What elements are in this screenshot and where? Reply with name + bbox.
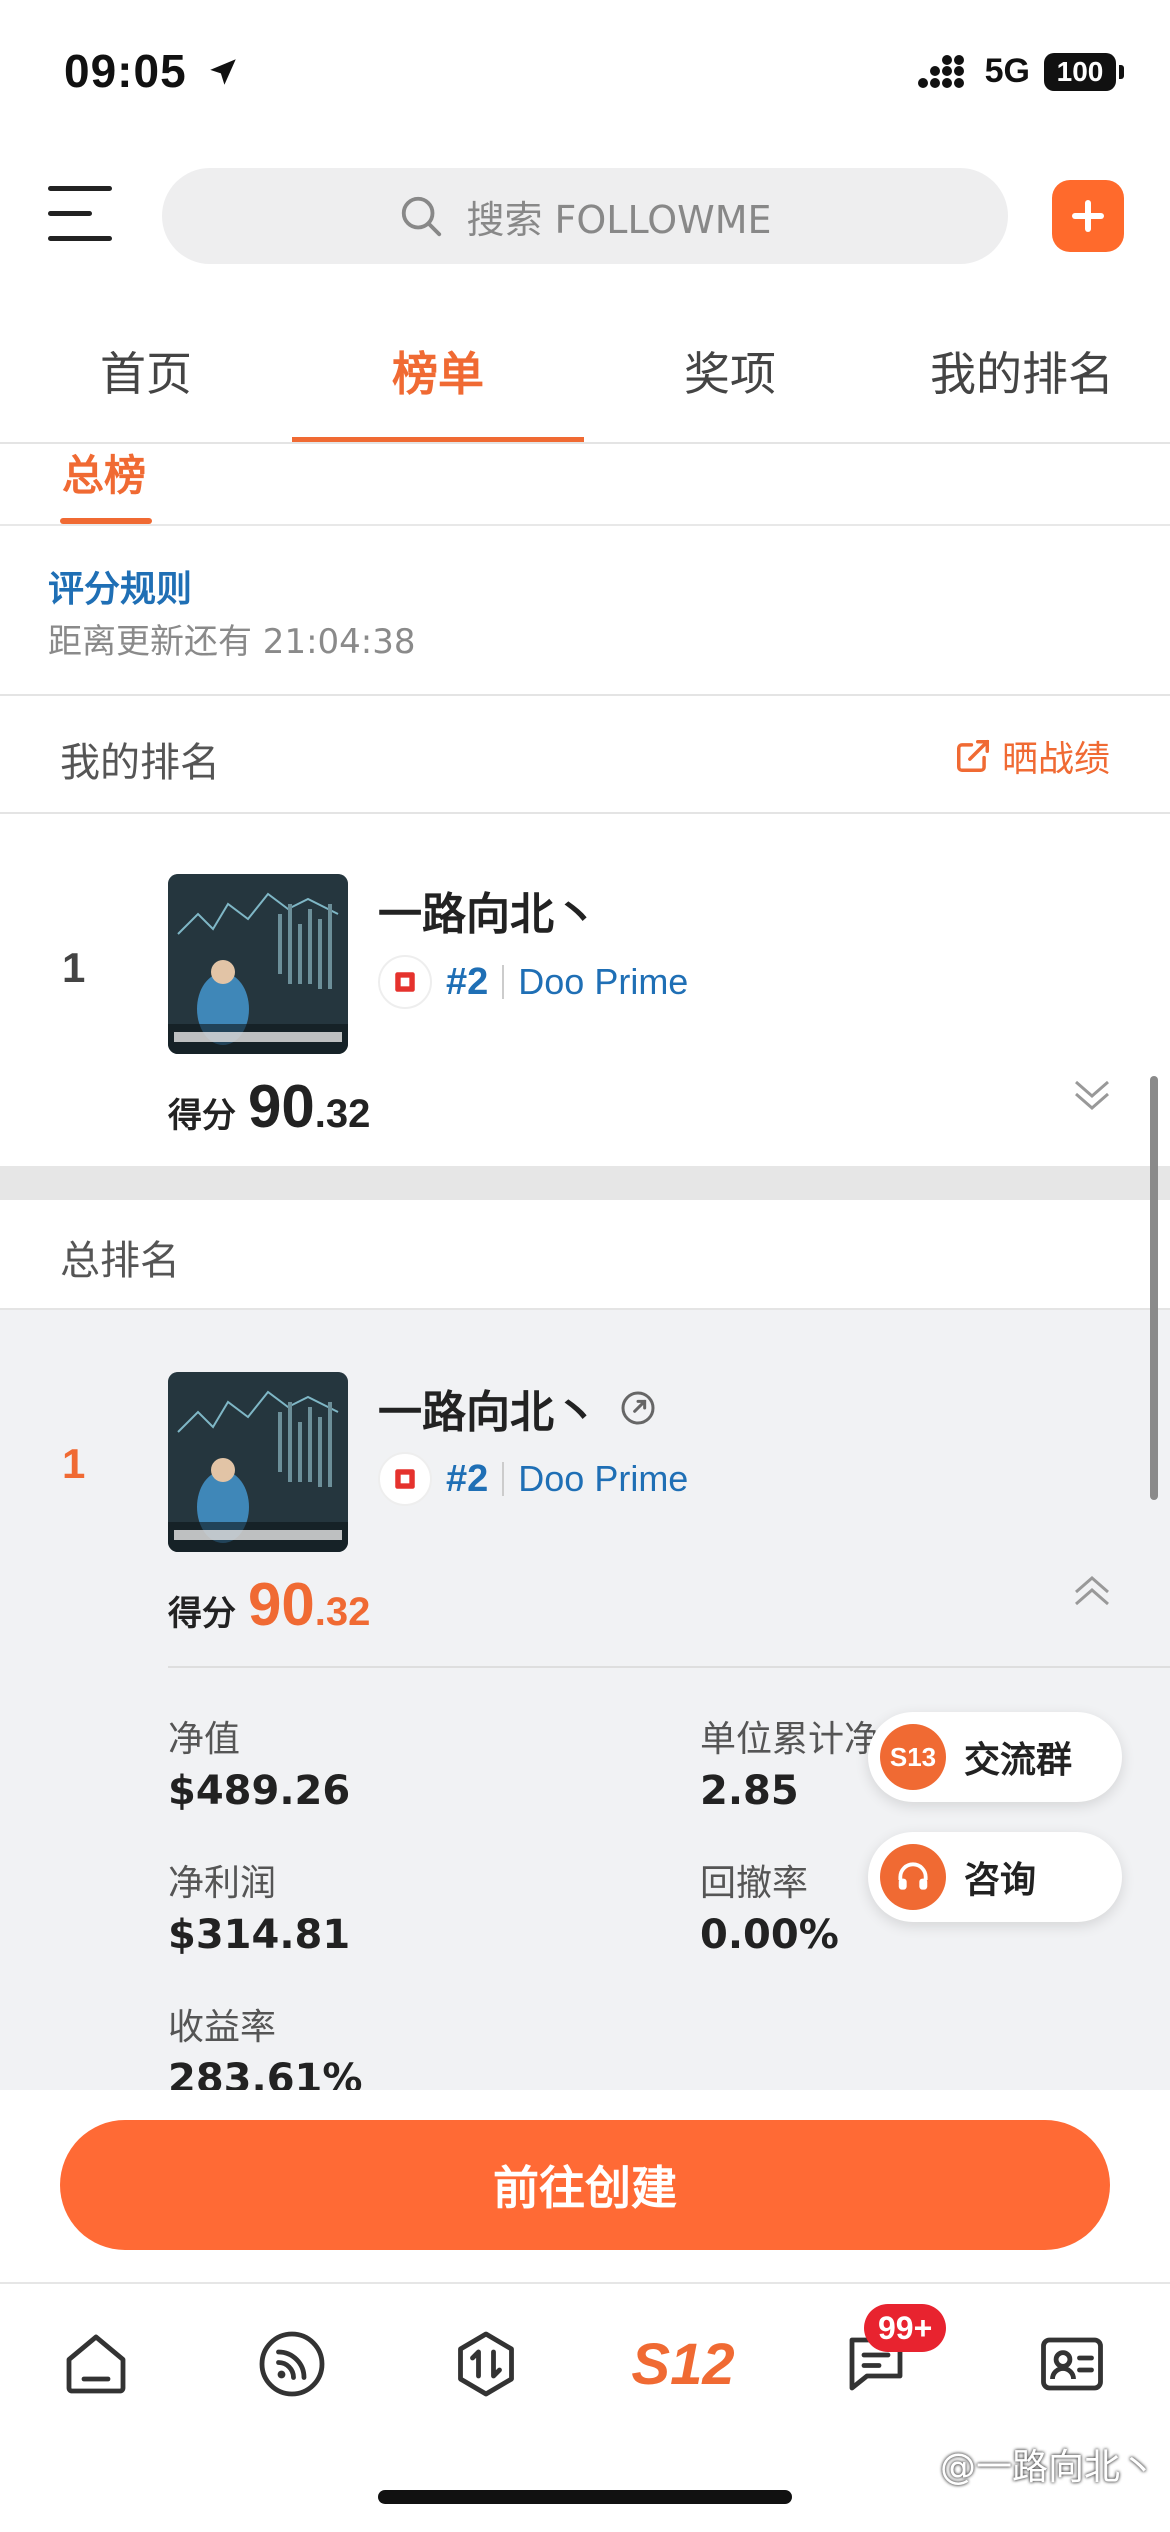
broker-info: #2 Doo Prime <box>378 1452 688 1506</box>
search-input[interactable]: 搜索 FOLLOWME <box>162 168 1008 264</box>
divider <box>0 2282 1170 2284</box>
trader-name[interactable]: 一路向北丶 <box>378 878 598 942</box>
my-rank-number: 1 <box>62 944 86 991</box>
doo-prime-logo-icon <box>378 955 432 1009</box>
trader-name-row: 一路向北丶 <box>378 1376 658 1440</box>
stat-label: 单位累计净 <box>700 1719 881 1760</box>
home-icon <box>66 2334 126 2394</box>
add-button[interactable] <box>1052 180 1124 252</box>
nav-s12[interactable]: S12 <box>628 2324 738 2404</box>
broker-name[interactable]: Doo Prime <box>518 1458 688 1500</box>
consult-label: 咨询 <box>964 1860 1037 1901</box>
tab-home[interactable]: 首页 <box>0 322 292 442</box>
broker-rank: #2 <box>446 960 489 1003</box>
nav-profile[interactable] <box>1032 2324 1112 2404</box>
avatar[interactable] <box>168 874 348 1054</box>
stat-label: 回撤率 <box>700 1863 809 1904</box>
stat-label: 收益率 <box>168 2007 277 2048</box>
score-label: 得分 <box>168 1096 236 1136</box>
menu-button[interactable] <box>48 186 112 242</box>
cellular-signal-icon <box>917 54 964 88</box>
separator <box>502 965 505 999</box>
watermark: @一路向北丶 <box>939 2447 1156 2488</box>
broker-rank: #2 <box>446 1457 489 1500</box>
tab-awards[interactable]: 奖项 <box>584 322 876 442</box>
stat-value: 0.00% <box>700 1912 839 1958</box>
trader-name[interactable]: 一路向北丶 <box>378 1376 598 1440</box>
scoring-rules-link[interactable]: 评分规则 <box>48 560 192 612</box>
collapse-chevron-icon[interactable] <box>1070 1570 1114 1614</box>
trade-icon <box>458 2331 514 2397</box>
divider <box>0 694 1170 696</box>
create-button[interactable]: 前往创建 <box>60 2120 1110 2250</box>
stat-value: $314.81 <box>168 1912 351 1958</box>
stat-value: $489.26 <box>168 1768 351 1814</box>
tab-leaderboard[interactable]: 榜单 <box>292 322 584 442</box>
my-rank-title: 我的排名 <box>60 740 220 786</box>
share-label: 晒战绩 <box>1001 739 1110 780</box>
score-label: 得分 <box>168 1594 236 1634</box>
stat-unit-nav: 单位累计净 2.85 <box>700 1710 880 1814</box>
broker-name[interactable]: Doo Prime <box>518 961 688 1003</box>
avatar-image <box>168 874 348 1054</box>
nav-feed[interactable] <box>252 2324 332 2404</box>
location-arrow-icon <box>210 59 237 85</box>
tab-my-ranking[interactable]: 我的排名 <box>876 322 1168 442</box>
stat-label: 净利润 <box>168 1863 277 1904</box>
stat-label: 净值 <box>168 1719 241 1760</box>
consult-button[interactable]: 咨询 <box>868 1832 1122 1922</box>
profile-card-icon <box>1041 2337 1103 2391</box>
total-rank-title: 总排名 <box>60 1238 180 1284</box>
external-link-icon[interactable] <box>618 1388 658 1428</box>
stat-value: 2.85 <box>700 1768 799 1814</box>
divider <box>0 524 1170 526</box>
score-value: 90.32 <box>248 1571 371 1638</box>
message-badge: 99+ <box>864 2304 947 2352</box>
update-countdown: 距离更新还有 21:04:38 <box>48 622 416 662</box>
s13-icon: S13 <box>880 1724 946 1790</box>
status-indicators: 5G 100 <box>917 52 1124 91</box>
score-value: 90.32 <box>248 1073 371 1140</box>
expand-chevron-icon[interactable] <box>1070 1072 1114 1116</box>
search-placeholder: 搜索 FOLLOWME <box>466 197 772 242</box>
doo-prime-logo-icon <box>378 1452 432 1506</box>
community-group-button[interactable]: S13 交流群 <box>868 1712 1122 1802</box>
share-results-button[interactable]: 晒战绩 <box>954 730 1110 782</box>
menu-icon <box>48 186 112 191</box>
headset-icon <box>880 1844 946 1910</box>
divider <box>0 442 1170 444</box>
score: 得分 90.32 <box>168 1072 370 1141</box>
nav-home[interactable] <box>56 2324 136 2404</box>
stat-net-value: 净值 $489.26 <box>168 1710 350 1814</box>
share-icon <box>956 740 989 772</box>
s12-icon: S12 <box>631 2331 735 2397</box>
divider <box>0 812 1170 814</box>
feed-icon <box>259 2331 325 2397</box>
stat-drawdown: 回撤率 0.00% <box>700 1854 839 1958</box>
stat-return: 收益率 283.61% <box>168 1998 362 2102</box>
divider <box>168 1666 1170 1668</box>
network-type: 5G <box>984 52 1030 90</box>
broker-info: #2 Doo Prime <box>378 955 688 1009</box>
avatar-image <box>168 1372 348 1552</box>
separator <box>502 1462 505 1496</box>
status-time: 09:05 <box>64 44 240 98</box>
stat-net-profit: 净利润 $314.81 <box>168 1854 350 1958</box>
community-group-label: 交流群 <box>964 1740 1073 1781</box>
subtab-overall[interactable]: 总榜 <box>62 442 146 503</box>
nav-trade[interactable] <box>446 2324 526 2404</box>
total-rank-number: 1 <box>62 1440 86 1487</box>
search-icon <box>402 196 442 237</box>
battery-icon: 100 <box>1044 52 1124 91</box>
section-gap <box>0 1166 1170 1200</box>
score: 得分 90.32 <box>168 1570 370 1639</box>
home-indicator <box>378 2490 792 2504</box>
scrollbar[interactable] <box>1150 1076 1158 1500</box>
main-tabs: 首页 榜单 奖项 我的排名 <box>0 322 1170 442</box>
avatar[interactable] <box>168 1372 348 1552</box>
plus-icon <box>1072 200 1104 232</box>
